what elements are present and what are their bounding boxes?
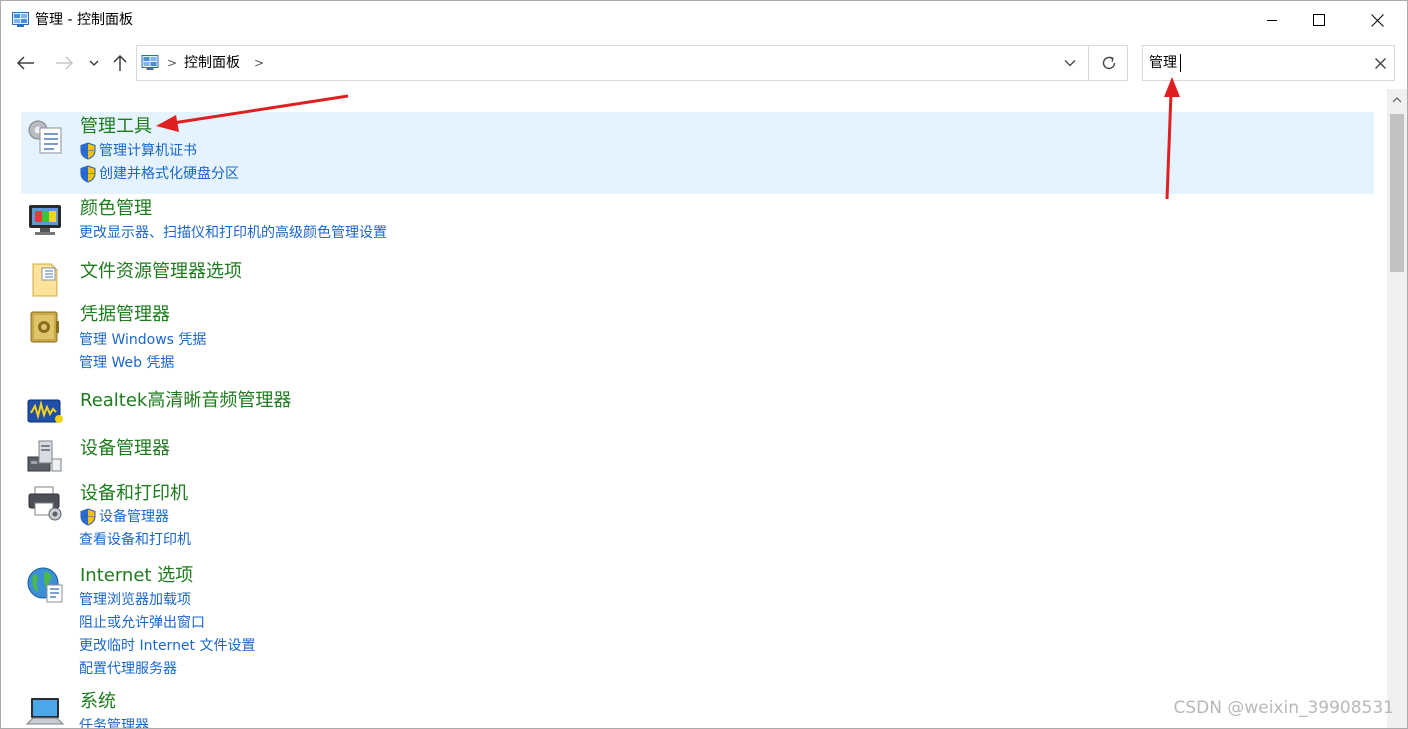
result-title[interactable]: Realtek高清晰音频管理器 — [80, 389, 291, 413]
minimize-icon — [1267, 20, 1277, 21]
result-link[interactable]: 更改显示器、扫描仪和打印机的高级颜色管理设置 — [79, 224, 387, 242]
result-link[interactable]: 查看设备和打印机 — [79, 531, 191, 549]
vertical-scrollbar[interactable] — [1387, 89, 1407, 728]
result-admin-tools[interactable]: 管理工具 管理计算机证书 创建并格式化硬盘分区 — [21, 112, 1374, 194]
result-title[interactable]: 管理工具 — [80, 115, 152, 139]
navigation-bar: > 控制面板 > 管理 — [1, 39, 1407, 87]
search-results: 管理工具 管理计算机证书 创建并格式化硬盘分区 颜色管理 更改显示器、扫描仪和打… — [1, 89, 1387, 728]
result-devices-printers[interactable]: 设备和打印机 设备管理器 查看设备和打印机 — [21, 481, 1374, 553]
maximize-button[interactable] — [1296, 1, 1342, 39]
result-internet-options[interactable]: Internet 选项 管理浏览器加载项 阻止或允许弹出窗口 更改临时 Inte… — [21, 563, 1374, 681]
up-button[interactable] — [108, 51, 132, 75]
control-panel-window: 管理 - 控制面板 > 控制面板 > 管理 管理工具 管理计算机证书 创建并格式… — [0, 0, 1408, 729]
refresh-icon — [1102, 56, 1116, 70]
result-link-text[interactable]: 查看设备和打印机 — [79, 531, 191, 549]
result-link-text[interactable]: 任务管理器 — [79, 717, 149, 728]
result-link[interactable]: 更改临时 Internet 文件设置 — [79, 637, 256, 655]
breadcrumb-control-panel[interactable]: 控制面板 — [184, 54, 240, 72]
address-bar[interactable]: > 控制面板 > — [136, 45, 1128, 81]
arrow-left-icon — [17, 56, 34, 70]
result-link-text[interactable]: 管理计算机证书 — [99, 142, 197, 160]
result-link-text[interactable]: 配置代理服务器 — [79, 660, 177, 678]
result-link[interactable]: 管理 Windows 凭据 — [79, 331, 206, 349]
maximize-icon — [1313, 14, 1325, 26]
result-link-text[interactable]: 更改临时 Internet 文件设置 — [79, 637, 256, 655]
globe-icon — [27, 567, 63, 603]
watermark: CSDN @weixin_39908531 — [1173, 698, 1394, 718]
result-title[interactable]: 系统 — [80, 690, 116, 714]
uac-shield-icon — [80, 165, 96, 183]
result-link[interactable]: 管理 Web 凭据 — [79, 354, 174, 372]
forward-button[interactable] — [52, 51, 76, 75]
result-device-manager[interactable]: 设备管理器 — [21, 435, 1374, 479]
result-title[interactable]: 设备和打印机 — [80, 482, 188, 506]
search-value: 管理 — [1149, 55, 1177, 71]
close-icon — [1374, 57, 1386, 69]
admin-tools-icon — [28, 120, 62, 154]
search-input[interactable]: 管理 — [1142, 45, 1395, 81]
result-link[interactable]: 任务管理器 — [79, 717, 149, 728]
result-link-text[interactable]: 管理 Web 凭据 — [79, 354, 174, 372]
chevron-down-icon — [1064, 60, 1076, 67]
color-management-icon — [29, 205, 61, 235]
result-link[interactable]: 管理浏览器加载项 — [79, 591, 191, 609]
back-button[interactable] — [14, 51, 38, 75]
arrow-up-icon — [113, 55, 127, 71]
system-computer-icon — [25, 698, 65, 725]
device-manager-icon — [27, 440, 62, 472]
result-link[interactable]: 管理计算机证书 — [79, 142, 197, 160]
arrow-right-icon — [56, 56, 73, 70]
result-color-management[interactable]: 颜色管理 更改显示器、扫描仪和打印机的高级颜色管理设置 — [21, 195, 1374, 253]
result-link[interactable]: 配置代理服务器 — [79, 660, 177, 678]
uac-shield-icon — [80, 142, 96, 160]
title-bar: 管理 - 控制面板 — [1, 1, 1407, 39]
text-caret — [1180, 54, 1181, 72]
result-link[interactable]: 阻止或允许弹出窗口 — [79, 614, 205, 632]
control-panel-icon — [141, 55, 159, 70]
result-title[interactable]: 设备管理器 — [80, 437, 170, 461]
realtek-audio-icon — [27, 399, 63, 423]
chevron-down-icon — [89, 60, 99, 66]
result-link-text[interactable]: 设备管理器 — [99, 508, 169, 526]
result-title[interactable]: 凭据管理器 — [80, 303, 170, 327]
result-title[interactable]: Internet 选项 — [80, 564, 193, 588]
folder-options-icon — [32, 263, 58, 297]
result-system[interactable]: 系统 任务管理器 — [21, 689, 1374, 728]
breadcrumb-separator[interactable]: > — [254, 56, 264, 70]
result-title[interactable]: 颜色管理 — [80, 197, 152, 221]
minimize-button[interactable] — [1249, 1, 1295, 39]
result-link[interactable]: 创建并格式化硬盘分区 — [79, 165, 239, 183]
scrollbar-thumb[interactable] — [1390, 114, 1404, 272]
result-link-text[interactable]: 管理 Windows 凭据 — [79, 331, 206, 349]
control-panel-icon — [12, 12, 29, 27]
printer-icon — [28, 486, 62, 521]
chevron-up-icon — [1392, 97, 1402, 103]
result-link-text[interactable]: 更改显示器、扫描仪和打印机的高级颜色管理设置 — [79, 224, 387, 242]
result-link-text[interactable]: 创建并格式化硬盘分区 — [99, 165, 239, 183]
result-link-text[interactable]: 阻止或允许弹出窗口 — [79, 614, 205, 632]
result-realtek-audio[interactable]: Realtek高清晰音频管理器 — [21, 387, 1374, 431]
breadcrumb-separator[interactable]: > — [167, 56, 177, 70]
close-icon — [1370, 13, 1384, 27]
credential-vault-icon — [30, 311, 59, 343]
result-title[interactable]: 文件资源管理器选项 — [80, 260, 242, 284]
window-title: 管理 - 控制面板 — [35, 12, 133, 28]
result-link-text[interactable]: 管理浏览器加载项 — [79, 591, 191, 609]
refresh-button[interactable] — [1090, 46, 1128, 80]
recent-locations-button[interactable] — [83, 51, 105, 75]
result-link[interactable]: 设备管理器 — [79, 508, 169, 526]
uac-shield-icon — [80, 508, 96, 526]
address-dropdown-button[interactable] — [1055, 46, 1085, 80]
scroll-up-button[interactable] — [1387, 89, 1407, 111]
address-divider — [1088, 46, 1089, 80]
result-folder-options[interactable]: 文件资源管理器选项 — [21, 258, 1374, 298]
result-credential-manager[interactable]: 凭据管理器 管理 Windows 凭据 管理 Web 凭据 — [21, 303, 1374, 377]
close-button[interactable] — [1354, 1, 1400, 39]
clear-search-button[interactable] — [1365, 46, 1395, 80]
